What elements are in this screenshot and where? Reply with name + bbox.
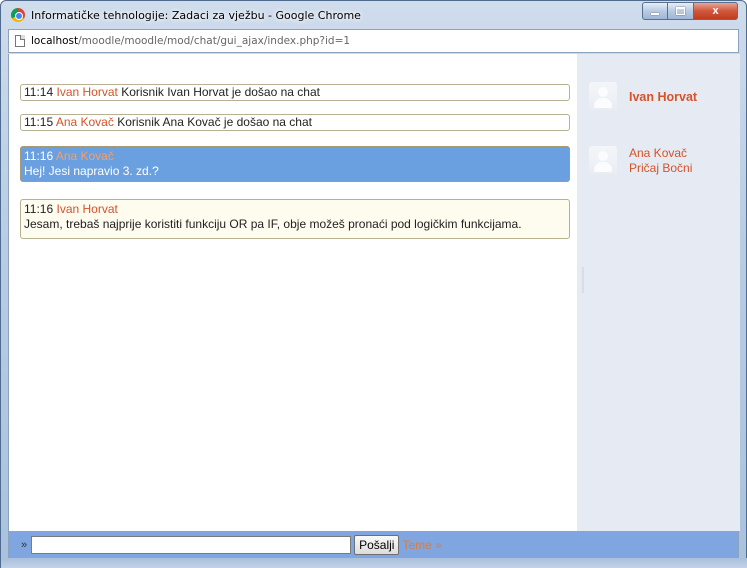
user-details: Ana Kovač Pričaj Bočni	[629, 146, 692, 176]
message-input[interactable]	[31, 535, 352, 554]
message-author[interactable]: Ana Kovač	[56, 149, 114, 163]
users-list: Ivan Horvat Ana Kovač Pričaj Bočni	[577, 54, 740, 531]
url-host: localhost	[31, 35, 79, 47]
message-text: Hej! Jesi napravio 3. zd.?	[24, 164, 159, 178]
window-controls: x	[642, 2, 738, 20]
chat-content: 11:14 Ivan Horvat Korisnik Ivan Horvat j…	[8, 54, 740, 531]
message-time: 11:16	[24, 149, 54, 163]
chat-message: 11:16 Ivan Horvat Jesam, trebaš najprije…	[20, 199, 570, 239]
message-text: Korisnik Ana Kovač je došao na chat	[117, 115, 312, 129]
messages-pane[interactable]: 11:14 Ivan Horvat Korisnik Ivan Horvat j…	[9, 54, 577, 531]
close-icon: x	[712, 5, 719, 17]
close-button[interactable]: x	[694, 2, 738, 20]
user-item: Ivan Horvat	[589, 82, 697, 110]
minimize-button[interactable]	[642, 2, 668, 20]
title-bar: Informatičke tehnologije: Zadaci za vjež…	[1, 1, 746, 29]
message-time: 11:14	[24, 85, 54, 99]
user-action-link[interactable]: Pričaj Bočni	[629, 161, 692, 176]
maximize-icon	[676, 7, 685, 15]
user-item: Ana Kovač Pričaj Bočni	[589, 146, 692, 176]
message-time: 11:15	[24, 115, 54, 129]
input-prompt: »	[21, 538, 28, 551]
message-text: Jesam, trebaš najprije koristiti funkcij…	[24, 217, 522, 231]
splitter-handle[interactable]	[582, 267, 584, 293]
send-button[interactable]: Pošalji	[354, 534, 400, 555]
message-text: Korisnik Ivan Horvat je došao na chat	[121, 85, 320, 99]
browser-window: Informatičke tehnologije: Zadaci za vjež…	[0, 0, 747, 568]
chat-message-highlighted: 11:16 Ana Kovač Hej! Jesi napravio 3. zd…	[20, 146, 570, 182]
minimize-icon	[651, 13, 659, 15]
message-author[interactable]: Ivan Horvat	[56, 85, 117, 99]
user-avatar-icon	[589, 82, 617, 110]
chrome-logo-icon	[11, 8, 25, 22]
user-name[interactable]: Ivan Horvat	[629, 90, 697, 105]
window-bottom-frame	[1, 558, 747, 568]
user-avatar-icon	[589, 146, 617, 174]
url-path: /moodle/moodle/mod/chat/gui_ajax/index.p…	[78, 35, 351, 47]
message-author[interactable]: Ana Kovač	[56, 115, 114, 129]
chat-input-bar: » Pošalji Teme »	[8, 531, 739, 558]
window-title: Informatičke tehnologije: Zadaci za vjež…	[31, 8, 361, 22]
message-time: 11:16	[24, 202, 54, 216]
themes-link[interactable]: Teme »	[402, 538, 441, 552]
message-author[interactable]: Ivan Horvat	[56, 202, 117, 216]
address-bar[interactable]: localhost/moodle/moodle/mod/chat/gui_aja…	[8, 29, 739, 53]
maximize-button[interactable]	[668, 2, 694, 20]
page-icon	[15, 35, 25, 47]
chat-message: 11:14 Ivan Horvat Korisnik Ivan Horvat j…	[20, 84, 570, 101]
user-name[interactable]: Ana Kovač	[629, 146, 692, 161]
chat-message: 11:15 Ana Kovač Korisnik Ana Kovač je do…	[20, 114, 570, 131]
